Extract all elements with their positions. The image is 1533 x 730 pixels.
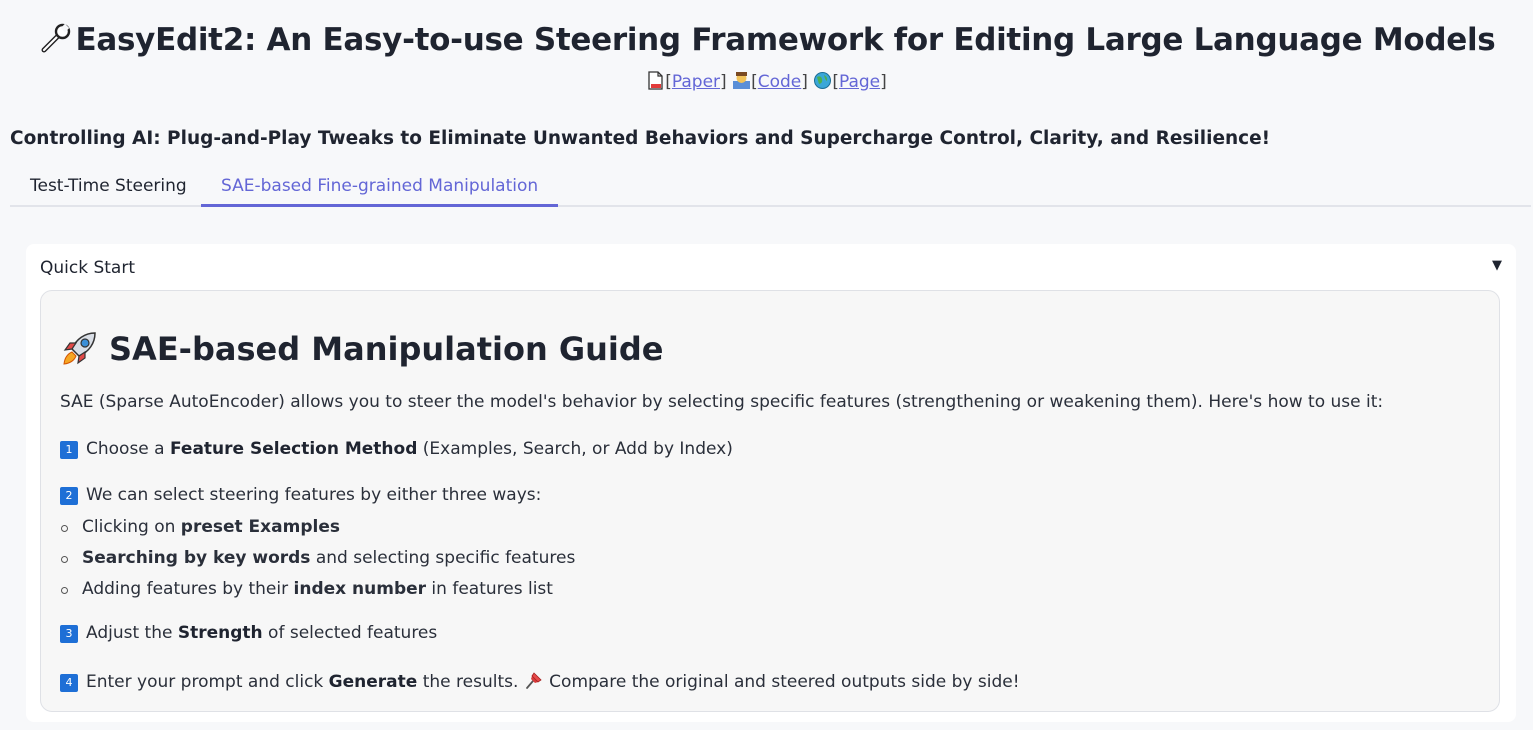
accordion-header[interactable]: Quick Start ▼: [40, 258, 1502, 280]
list-item: Clicking on preset Examples: [61, 517, 340, 537]
page-link[interactable]: Page: [839, 72, 880, 92]
step-3: 3 Adjust the Strength of selected feature…: [60, 623, 437, 643]
rocket-icon: [63, 332, 96, 365]
number-2-icon: 2: [60, 487, 78, 505]
step-2: 2 We can select steering features by eith…: [60, 485, 541, 505]
accordion-label: Quick Start: [40, 258, 136, 278]
list-item: Searching by key words and selecting spe…: [60, 548, 576, 568]
list-item: Adding features by their index number in…: [61, 579, 553, 599]
guide-heading: SAE-based Manipulation Guide: [109, 330, 664, 368]
tab-test-time-steering[interactable]: Test-Time Steering: [10, 168, 207, 207]
globe-icon: [814, 72, 832, 89]
code-link[interactable]: Code: [758, 72, 802, 92]
pushpin-icon: [525, 672, 542, 689]
guide-panel: SAE-based Manipulation Guide SAE (Sparse…: [40, 290, 1500, 712]
quick-start-accordion: Quick Start ▼ SAE-based Manipulation Gui…: [26, 244, 1516, 722]
paper-link[interactable]: Paper: [672, 72, 720, 92]
wrench-icon: [41, 23, 70, 53]
step-1: 1 Choose a Feature Selection Method (Exam…: [60, 439, 733, 459]
guide-heading-row: SAE-based Manipulation Guide: [61, 329, 663, 368]
number-3-icon: 3: [60, 625, 78, 643]
step-4: 4 Enter your prompt and click Generate th…: [60, 670, 1020, 692]
links-row: [Paper] [Code] [Page]: [0, 71, 1533, 92]
page-title-row: EasyEdit2: An Easy-to-use Steering Frame…: [0, 20, 1533, 58]
tab-sae-manipulation[interactable]: SAE-based Fine-grained Manipulation: [201, 168, 559, 207]
number-1-icon: 1: [60, 441, 78, 459]
guide-intro: SAE (Sparse AutoEncoder) allows you to s…: [60, 392, 1384, 412]
page-icon: [648, 71, 663, 90]
subtitle: Controlling AI: Plug-and-Play Tweaks to …: [10, 128, 1271, 149]
tab-bar: Test-Time Steering SAE-based Fine-graine…: [10, 168, 1531, 207]
page-title: EasyEdit2: An Easy-to-use Steering Frame…: [75, 22, 1496, 58]
technologist-icon: [733, 72, 751, 89]
number-4-icon: 4: [60, 674, 78, 692]
chevron-down-icon[interactable]: ▼: [1492, 258, 1502, 273]
